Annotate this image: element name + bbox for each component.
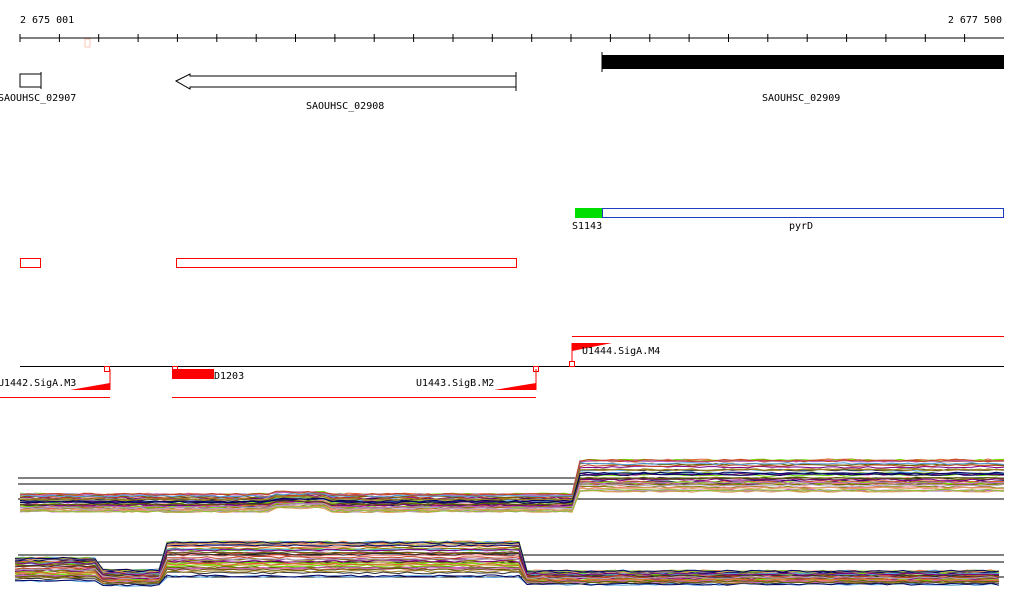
genome-browser-canvas: 2 675 001 2 677 500 SAOUHSC_02907 SAOUHS…	[0, 15, 1005, 587]
ruler-end-label: 2 677 500	[948, 15, 1002, 26]
promoter-label: U1442.SigA.M3	[0, 378, 76, 389]
expression-line	[19, 462, 1005, 498]
expression-track-2	[14, 540, 1004, 587]
expression-track-1	[18, 458, 1005, 514]
transcript-right-label: pyrD	[789, 221, 813, 232]
ruler-start-label: 2 675 001	[20, 15, 74, 26]
gene-label: SAOUHSC_02907	[0, 93, 76, 104]
promoter-D1203[interactable]: D1203	[172, 366, 244, 383]
promoter-U1442[interactable]: U1442.SigA.M3	[0, 366, 111, 391]
promoter-label: U1444.SigA.M4	[582, 346, 660, 357]
transcript-cds	[602, 208, 1004, 218]
gene-SAOUHSC_02908[interactable]: SAOUHSC_02908	[174, 72, 517, 112]
gene-SAOUHSC_02907[interactable]: SAOUHSC_02907	[0, 72, 76, 104]
gene-label: SAOUHSC_02909	[762, 93, 840, 104]
gene-label: SAOUHSC_02908	[306, 101, 384, 112]
transcript-utr	[575, 208, 602, 218]
promoter-label: D1203	[214, 371, 244, 382]
promoter-track: U1442.SigA.M3 D1203 U1443.SigB.M2 U1444.…	[0, 336, 1004, 398]
promoter-label: U1443.SigB.M2	[416, 378, 494, 389]
gene-SAOUHSC_02909[interactable]: SAOUHSC_02909	[601, 52, 1004, 104]
feature-box[interactable]	[176, 258, 517, 268]
promoter-U1443[interactable]: U1443.SigB.M2	[416, 366, 539, 391]
feature-box[interactable]	[20, 258, 41, 268]
transcript-left-label: S1143	[572, 221, 602, 232]
ruler-position-marker[interactable]	[84, 38, 91, 48]
transcript-S1143-pyrD[interactable]: S1143 pyrD	[572, 208, 1004, 232]
ruler: 2 675 001 2 677 500	[19, 15, 1004, 48]
promoter-U1444[interactable]: U1444.SigA.M4	[569, 343, 661, 367]
